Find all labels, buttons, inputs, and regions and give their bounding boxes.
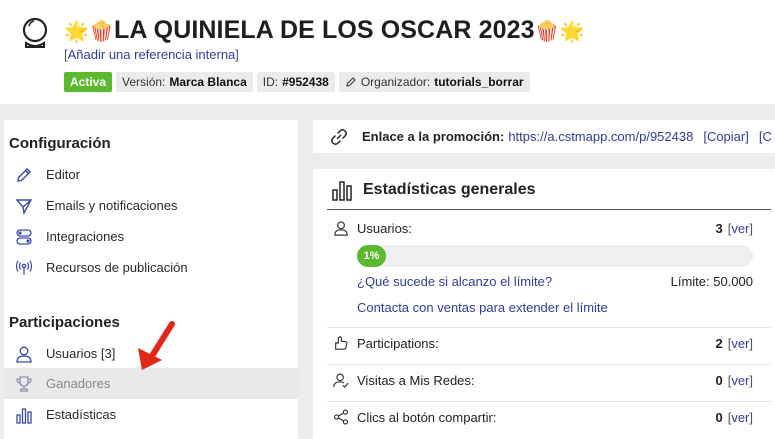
- user-check-icon: [333, 372, 351, 388]
- stats-panel: Estadísticas generales Usuarios: 3 [ver]…: [313, 169, 775, 439]
- send-icon: [14, 196, 34, 216]
- promo-link-label: Enlace a la promoción:: [362, 129, 505, 144]
- bar-chart-icon: [331, 179, 353, 201]
- stat-label: Visitas a Mis Redes:: [357, 372, 475, 388]
- copy-link-button[interactable]: [Copiar]: [703, 129, 749, 144]
- version-value: Marca Blanca: [169, 75, 247, 89]
- sidebar: Configuración Editor Emails y notificaci…: [4, 120, 298, 439]
- stat-value: 2: [715, 335, 723, 351]
- page-header: 🌟🍿LA QUINIELA DE LOS OSCAR 2023🍿🌟 [Añadi…: [0, 0, 775, 104]
- title-emoji-right: 🍿🌟: [534, 21, 585, 43]
- broadcast-icon: [14, 258, 34, 278]
- participations-view-link[interactable]: ver: [731, 336, 749, 351]
- stats-title: Estadísticas generales: [363, 181, 536, 198]
- user-icon: [333, 220, 351, 236]
- limit-text: Límite: 50.000: [670, 274, 753, 289]
- internal-ref: [Añadir una referencia interna]: [64, 47, 239, 62]
- organizer-value: tutorials_borrar: [434, 75, 524, 89]
- version-label: Versión:: [122, 75, 166, 89]
- id-label: ID:: [262, 75, 279, 89]
- user-icon: [14, 344, 34, 364]
- organizer-badge[interactable]: Organizador: tutorials_borrar: [338, 72, 530, 92]
- sidebar-item-label: Ganadores: [46, 376, 111, 391]
- sidebar-item-label: Estadísticas: [46, 407, 117, 422]
- stat-row-visits: Visitas a Mis Redes: 0 [ver]: [333, 370, 753, 390]
- pencil-icon: [346, 77, 356, 87]
- sidebar-item-label: Integraciones: [46, 229, 125, 244]
- toggles-icon: [14, 227, 34, 247]
- users-view-link[interactable]: ver: [731, 221, 749, 236]
- link-icon: [330, 128, 348, 146]
- participations-section-title: Participaciones: [9, 314, 120, 331]
- contact-sales-link[interactable]: Contacta con ventas para extender el lím…: [357, 300, 608, 315]
- limit-faq-link[interactable]: ¿Qué sucede si alcanzo el límite?: [357, 274, 552, 289]
- sidebar-item-label: Emails y notificaciones: [46, 198, 178, 213]
- id-value: #952438: [282, 75, 329, 89]
- trophy-icon: [14, 374, 34, 394]
- sidebar-item-emails[interactable]: Emails y notificaciones: [4, 190, 298, 221]
- sidebar-item-label: Editor: [46, 167, 80, 182]
- stat-label: Participations:: [357, 335, 439, 351]
- crystal-ball-icon: [22, 17, 48, 48]
- stat-value: 0: [715, 409, 723, 425]
- config-section-title: Configuración: [9, 135, 111, 152]
- status-badge: Activa: [64, 72, 113, 92]
- stat-row-shares: Clics al botón compartir: 0 [ver]: [333, 407, 753, 427]
- sidebar-item-label: Usuarios [3]: [46, 346, 116, 361]
- truncated-link-button[interactable]: [C: [759, 129, 772, 144]
- promo-url-link[interactable]: https://a.cstmapp.com/p/952438: [508, 129, 693, 144]
- sidebar-item-label: Recursos de publicación: [46, 260, 188, 275]
- stat-row-users: Usuarios: 3 [ver]: [333, 218, 753, 238]
- row-divider: [327, 401, 771, 402]
- sidebar-item-integrations[interactable]: Integraciones: [4, 221, 298, 252]
- version-badge: Versión: Marca Blanca: [116, 72, 253, 92]
- sidebar-item-statistics[interactable]: Estadísticas: [4, 399, 298, 430]
- organizer-label: Organizador:: [360, 75, 431, 89]
- stat-value: 3: [715, 220, 723, 236]
- page-title: 🌟🍿LA QUINIELA DE LOS OSCAR 2023🍿🌟: [64, 16, 585, 45]
- sidebar-item-publication-resources[interactable]: Recursos de publicación: [4, 252, 298, 283]
- row-divider: [327, 327, 771, 328]
- progress-fill: 1%: [357, 245, 386, 267]
- stats-divider: [327, 209, 771, 210]
- stat-label: Clics al botón compartir:: [357, 409, 497, 425]
- limit-info-row: ¿Qué sucede si alcanzo el límite? Límite…: [357, 274, 753, 289]
- stat-value: 0: [715, 372, 723, 388]
- title-emoji-left: 🌟🍿: [64, 21, 115, 43]
- stat-row-participations: Participations: 2 [ver]: [333, 333, 753, 353]
- title-text: LA QUINIELA DE LOS OSCAR 2023: [114, 16, 535, 44]
- stat-label: Usuarios:: [357, 220, 412, 236]
- row-divider: [327, 364, 771, 365]
- pencil-icon: [14, 165, 34, 185]
- id-badge: ID: #952438: [256, 72, 335, 92]
- sidebar-item-editor[interactable]: Editor: [4, 159, 298, 190]
- promo-link-bar: Enlace a la promoción: https://a.cstmapp…: [313, 120, 775, 153]
- visits-view-link[interactable]: ver: [731, 373, 749, 388]
- add-internal-ref-link[interactable]: Añadir una referencia interna: [68, 47, 236, 62]
- share-icon: [333, 409, 351, 425]
- hand-icon: [333, 335, 351, 351]
- shares-view-link[interactable]: ver: [731, 410, 749, 425]
- annotation-arrow-icon: [138, 321, 175, 370]
- users-limit-progress: 1%: [357, 245, 753, 267]
- bar-chart-icon: [14, 405, 34, 425]
- stats-header: Estadísticas generales: [331, 179, 536, 201]
- badge-row: Activa Versión: Marca Blanca ID: #952438 O…: [64, 72, 530, 92]
